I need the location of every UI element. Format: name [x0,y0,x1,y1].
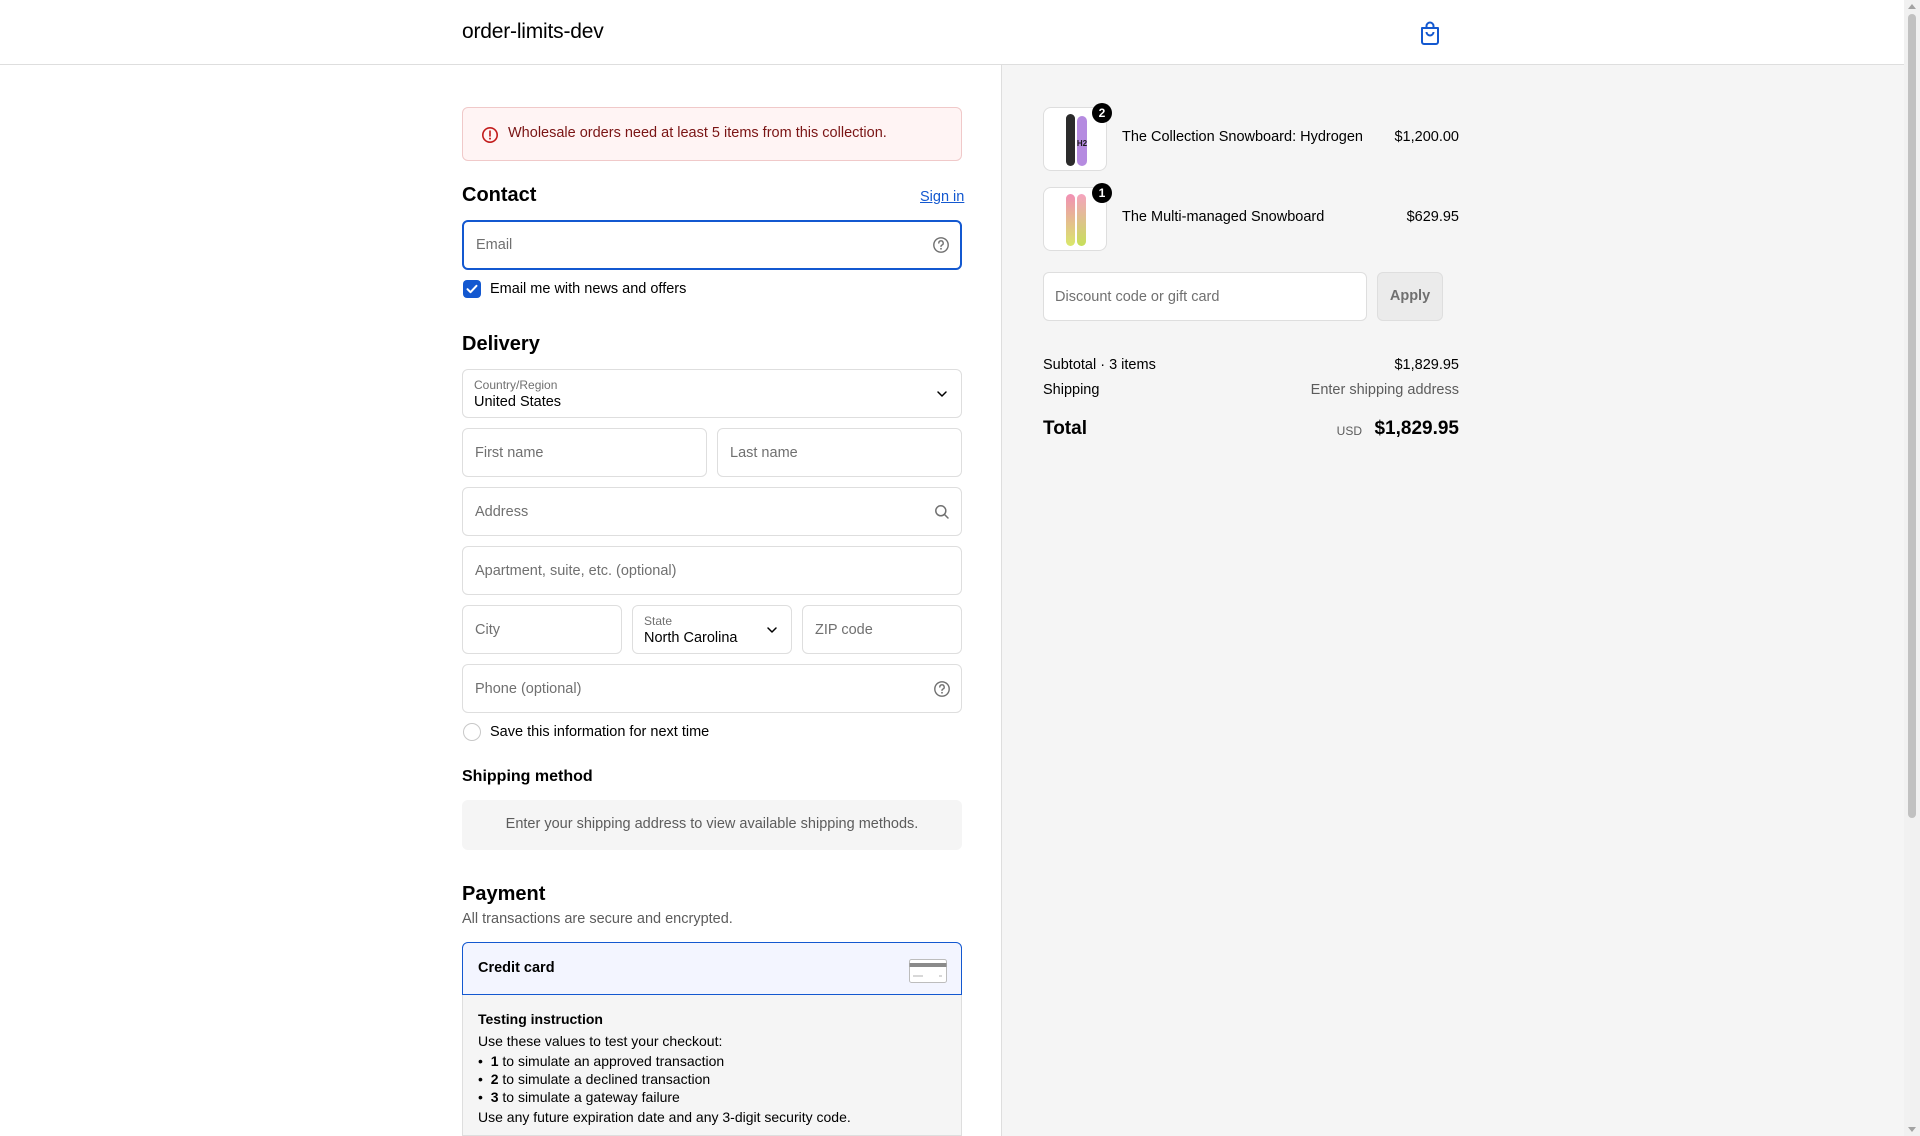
testing-item: • 1 to simulate an approved transaction [478,1053,725,1069]
phone-field [462,664,962,713]
item-name: The Collection Snowboard: Hydrogen [1122,129,1363,145]
apartment-input[interactable] [463,547,961,594]
quantity-badge: 2 [1092,103,1112,123]
shipping-method-message: Enter your shipping address to view avai… [505,816,919,832]
svg-text:H2: H2 [1077,139,1088,148]
testing-footer: Use any future expiration date and any 3… [478,1109,851,1125]
payment-subtitle: All transactions are secure and encrypte… [462,911,733,927]
testing-item: • 2 to simulate a declined transaction [478,1071,711,1087]
shipping-label: Shipping [1043,382,1100,398]
chevron-down-icon [767,626,777,633]
first-name-field [462,428,707,477]
payment-title: Payment [462,883,546,905]
help-circle-icon[interactable] [933,680,951,698]
chevron-down-icon [937,390,947,397]
total-value: $1,829.95 [1374,418,1459,439]
apartment-field [462,546,962,595]
discount-input[interactable] [1044,273,1366,320]
zip-field [802,605,962,654]
subtotal-value: $1,829.95 [1394,357,1459,373]
address-field [462,487,962,536]
page-scrollbar[interactable] [1904,0,1920,1136]
state-label: State [644,614,673,628]
total-label: Total [1043,418,1087,439]
help-circle-icon[interactable] [932,236,950,254]
city-field [462,605,622,654]
save-info-checkbox[interactable] [463,723,481,741]
scrollbar-thumb[interactable] [1908,14,1916,818]
last-name-field [717,428,962,477]
newsletter-label: Email me with news and offers [490,281,687,297]
city-input[interactable] [463,606,621,653]
country-label: Country/Region [474,378,558,392]
scroll-up-arrow-icon[interactable] [1908,4,1916,9]
item-price: $1,200.00 [1394,129,1459,145]
testing-intro: Use these values to test your checkout: [478,1033,723,1049]
credit-card-option[interactable]: Credit card [462,942,962,995]
testing-title: Testing instruction [478,1011,603,1027]
state-value: North Carolina [644,630,738,646]
shipping-method-placeholder: Enter your shipping address to view avai… [462,800,962,850]
alert-circle-icon [482,127,498,143]
shop-name[interactable]: order-limits-dev [462,20,604,44]
order-summary-panel [1001,65,1904,1136]
testing-item: • 3 to simulate a gateway failure [478,1089,680,1105]
item-price: $629.95 [1406,209,1459,225]
save-info-label: Save this information for next time [490,724,710,740]
checkout-header: order-limits-dev [0,0,1904,65]
first-name-input[interactable] [463,429,706,476]
state-select[interactable]: State North Carolina [632,605,792,654]
apply-discount-button[interactable]: Apply [1377,272,1443,321]
item-name: The Multi-managed Snowboard [1122,209,1325,225]
country-value: United States [474,394,562,410]
subtotal-label: Subtotal · 3 items [1043,357,1156,373]
country-select[interactable]: Country/Region United States [462,369,962,418]
phone-input[interactable] [463,665,961,712]
shopping-bag-icon[interactable] [1418,20,1442,46]
total-currency: USD [1336,424,1362,438]
quantity-badge: 1 [1092,183,1112,203]
credit-card-icon [909,959,947,983]
email-field-wrapper [462,220,962,270]
check-icon [466,284,478,294]
error-banner: Wholesale orders need at least 5 items f… [462,107,962,161]
last-name-input[interactable] [718,429,961,476]
scroll-down-arrow-icon[interactable] [1908,1127,1916,1132]
newsletter-checkbox[interactable] [463,280,481,298]
sign-in-link[interactable]: Sign in [920,189,964,205]
error-message: Wholesale orders need at least 5 items f… [508,125,887,141]
zip-input[interactable] [803,606,961,653]
delivery-title: Delivery [462,333,540,355]
email-input[interactable] [464,222,960,268]
credit-card-label: Credit card [478,960,555,976]
credit-card-panel: Testing instruction Use these values to … [462,995,962,1136]
search-icon [935,504,949,519]
contact-title: Contact [462,184,537,206]
address-input[interactable] [463,488,961,535]
shipping-method-title: Shipping method [462,768,593,785]
discount-field [1043,272,1367,321]
shipping-value: Enter shipping address [1310,382,1459,398]
